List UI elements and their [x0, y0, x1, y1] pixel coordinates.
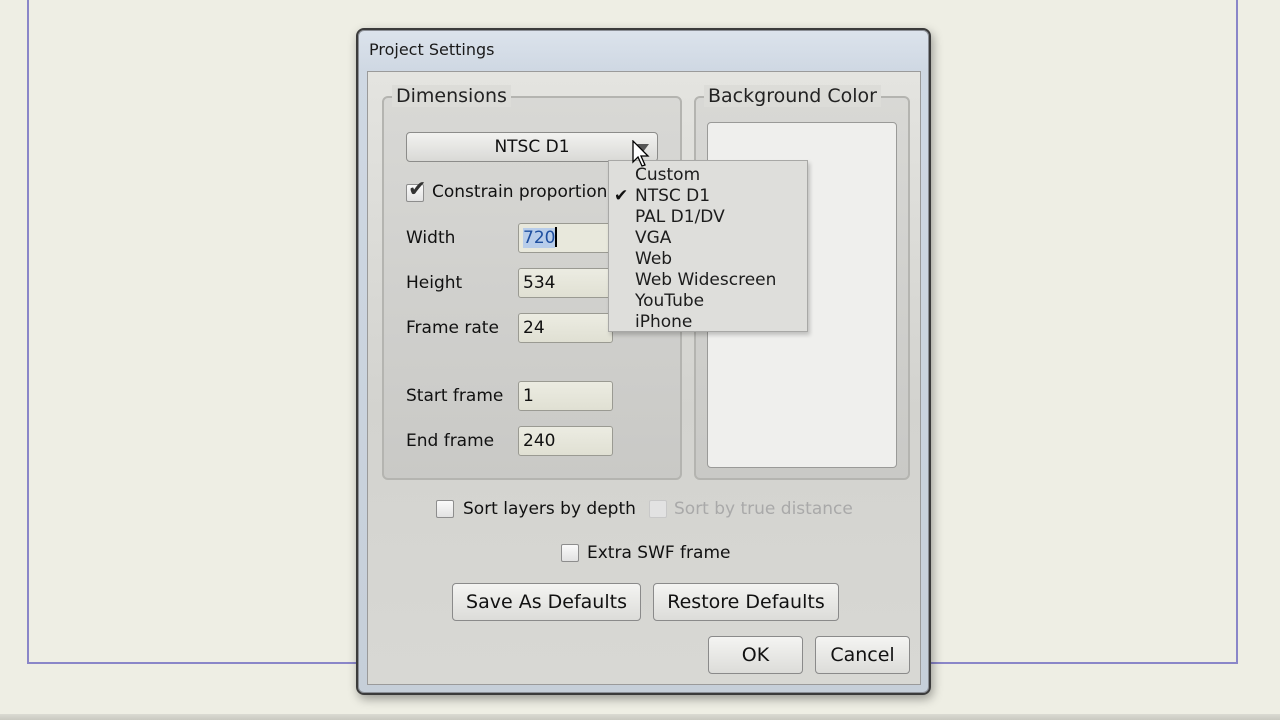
cancel-button[interactable]: Cancel	[815, 636, 910, 674]
width-value: 720	[523, 228, 556, 248]
menu-item-iphone[interactable]: iPhone	[635, 312, 692, 332]
menu-item-vga[interactable]: VGA	[635, 228, 671, 248]
menu-item-ntsc-d1[interactable]: NTSC D1	[635, 186, 710, 206]
start-frame-input[interactable]: 1	[518, 381, 613, 411]
preset-menu: ✔ Custom NTSC D1 PAL D1/DV VGA Web Web W…	[608, 160, 808, 332]
menu-item-web[interactable]: Web	[635, 249, 672, 269]
preset-dropdown[interactable]: NTSC D1	[406, 132, 658, 162]
extra-swf-frame-checkbox[interactable]	[561, 544, 579, 562]
dimensions-legend: Dimensions	[392, 85, 511, 107]
menu-item-youtube[interactable]: YouTube	[635, 291, 704, 311]
project-settings-dialog: Project Settings Dimensions NTSC D1 ✔ Co…	[356, 28, 931, 695]
width-label: Width	[406, 228, 456, 248]
sort-true-distance-checkbox[interactable]	[649, 500, 667, 518]
end-frame-label: End frame	[406, 431, 495, 451]
constrain-proportions-label: Constrain proportions	[432, 182, 617, 202]
dialog-title: Project Settings	[369, 40, 495, 59]
end-frame-value: 240	[523, 431, 556, 451]
checkmark-icon: ✔	[614, 186, 629, 206]
extra-swf-frame-label: Extra SWF frame	[587, 543, 731, 563]
preset-dropdown-value: NTSC D1	[494, 137, 570, 157]
ok-button[interactable]: OK	[708, 636, 803, 674]
start-frame-value: 1	[523, 386, 534, 406]
end-frame-input[interactable]: 240	[518, 426, 613, 456]
sort-layers-label: Sort layers by depth	[463, 499, 636, 519]
menu-item-pal-d1-dv[interactable]: PAL D1/DV	[635, 207, 725, 227]
restore-defaults-button[interactable]: Restore Defaults	[653, 583, 839, 621]
mouse-pointer-icon	[632, 140, 650, 167]
sort-layers-checkbox[interactable]	[436, 500, 454, 518]
text-cursor	[555, 227, 558, 247]
frame-rate-label: Frame rate	[406, 318, 499, 338]
menu-item-web-widescreen[interactable]: Web Widescreen	[635, 270, 776, 290]
checkmark-icon: ✔	[408, 177, 427, 202]
save-as-defaults-button[interactable]: Save As Defaults	[452, 583, 641, 621]
bottom-strip	[0, 714, 1280, 720]
height-value: 534	[523, 273, 556, 293]
constrain-proportions-checkbox[interactable]: ✔	[406, 177, 426, 202]
height-input[interactable]: 534	[518, 268, 613, 298]
frame-rate-input[interactable]: 24	[518, 313, 613, 343]
width-input[interactable]: 720	[518, 223, 613, 253]
background-color-legend: Background Color	[704, 85, 881, 107]
start-frame-label: Start frame	[406, 386, 504, 406]
sort-true-distance-label: Sort by true distance	[674, 499, 853, 519]
frame-rate-value: 24	[523, 318, 545, 338]
height-label: Height	[406, 273, 463, 293]
menu-item-custom[interactable]: Custom	[635, 165, 700, 185]
